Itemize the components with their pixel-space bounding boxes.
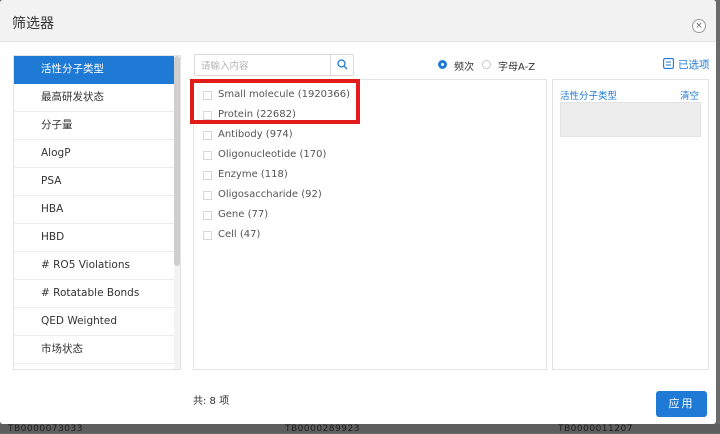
- checkbox[interactable]: [203, 151, 212, 160]
- sidebar-item-molecular-weight[interactable]: 分子量: [14, 112, 180, 140]
- search-icon: [337, 59, 348, 70]
- checkbox[interactable]: [203, 171, 212, 180]
- sidebar-item-molecule-type[interactable]: 活性分子类型: [14, 56, 180, 84]
- sidebar-item-alogp[interactable]: AlogP: [14, 140, 180, 168]
- selected-panel-title: 活性分子类型: [560, 91, 618, 102]
- checkbox[interactable]: [203, 191, 212, 200]
- checkbox[interactable]: [203, 131, 212, 140]
- list-check-icon: [663, 58, 674, 69]
- sidebar-item-psa[interactable]: PSA: [14, 168, 180, 196]
- radio-checked-icon: [438, 60, 447, 69]
- option-label: Oligonucleotide (170): [218, 149, 327, 160]
- selected-panel: 活性分子类型 清空: [552, 79, 709, 370]
- option-label: Enzyme (118): [218, 169, 288, 180]
- checkbox[interactable]: [203, 231, 212, 240]
- search-button[interactable]: [330, 55, 354, 75]
- sidebar-item-hbd[interactable]: HBD: [14, 224, 180, 252]
- dialog-header: 筛选器 ×: [0, 0, 716, 42]
- sort-frequency-label: 频次: [454, 62, 474, 73]
- sidebar-item-qed-weighted[interactable]: QED Weighted: [14, 308, 180, 336]
- option-label: Cell (47): [218, 229, 261, 240]
- sidebar-scrollbar-thumb[interactable]: [174, 56, 180, 266]
- sidebar-item-rotatable-bonds[interactable]: # Rotatable Bonds: [14, 280, 180, 308]
- selected-tags-box: [560, 102, 701, 137]
- option-count: 共: 8 项: [193, 396, 230, 407]
- sidebar-scrollbar[interactable]: [174, 56, 180, 369]
- selected-items-label: 已选项: [678, 59, 710, 71]
- filter-dialog: 筛选器 × 活性分子类型 最高研发状态 分子量 AlogP PSA HBA HB…: [0, 0, 716, 424]
- option-label: Antibody (974): [218, 129, 293, 140]
- radio-unchecked-icon: [482, 60, 491, 69]
- clear-button[interactable]: 清空: [680, 88, 699, 102]
- checkbox[interactable]: [203, 211, 212, 220]
- sidebar-item-market-status[interactable]: 市场状态: [14, 336, 180, 364]
- sidebar-item-hba[interactable]: HBA: [14, 196, 180, 224]
- search-box: [194, 54, 354, 76]
- dialog-title: 筛选器: [12, 16, 54, 32]
- search-input[interactable]: [199, 57, 328, 75]
- category-sidebar: 活性分子类型 最高研发状态 分子量 AlogP PSA HBA HBD # RO…: [13, 55, 181, 370]
- sidebar-item-ro5-violations[interactable]: # RO5 Violations: [14, 252, 180, 280]
- highlight-annotation: [190, 79, 360, 124]
- option-label: Oligosaccharide (92): [218, 189, 322, 200]
- apply-button[interactable]: 应用: [656, 391, 707, 417]
- option-label: Gene (77): [218, 209, 269, 220]
- close-icon[interactable]: ×: [692, 19, 706, 33]
- sort-alphabetical-label: 字母A-Z: [498, 62, 536, 73]
- sidebar-item-highest-phase[interactable]: 最高研发状态: [14, 84, 180, 112]
